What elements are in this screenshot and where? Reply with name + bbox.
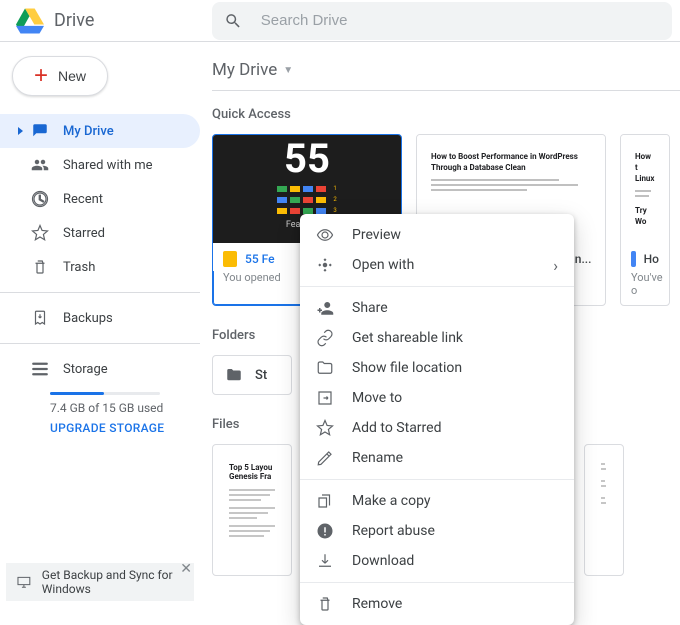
person-plus-icon — [316, 299, 334, 317]
upgrade-storage-link[interactable]: UPGRADE STORAGE — [50, 421, 200, 435]
sidebar-item-label: Backups — [63, 311, 113, 326]
sidebar-item-backups[interactable]: Backups — [0, 301, 200, 335]
sidebar-item-label: Storage — [63, 362, 108, 377]
menu-item-copy[interactable]: Make a copy — [300, 486, 574, 516]
drive-logo-icon — [16, 7, 44, 35]
menu-item-label: Show file location — [352, 360, 462, 376]
sidebar-item-label: Starred — [63, 226, 105, 241]
slides-icon — [223, 251, 237, 267]
copy-icon — [316, 492, 334, 510]
menu-item-label: Make a copy — [352, 493, 431, 509]
sidebar-item-label: Trash — [63, 260, 95, 275]
folder-icon — [316, 359, 334, 377]
move-cross-icon — [316, 256, 334, 274]
menu-item-label: Remove — [352, 596, 402, 612]
banner-text: Get Backup and Sync for Windows — [42, 568, 186, 596]
menu-item-label: Rename — [352, 450, 403, 466]
storage-icon — [31, 360, 49, 378]
menu-item-preview[interactable]: Preview — [300, 220, 574, 250]
move-to-icon — [316, 389, 334, 407]
quick-access-card[interactable]: How t Linux Try Wo Ho You've o — [620, 134, 670, 306]
monitor-icon — [16, 573, 32, 591]
star-icon — [316, 419, 334, 437]
thumbnail: How t Linux Try Wo — [621, 135, 669, 243]
sidebar-item-label: Recent — [63, 192, 103, 207]
sidebar-item-trash[interactable]: Trash — [0, 250, 200, 284]
menu-item-label: Get shareable link — [352, 330, 463, 346]
file-card[interactable] — [584, 444, 624, 576]
menu-item-report[interactable]: Report abuse — [300, 516, 574, 546]
chevron-down-icon: ▼ — [283, 65, 293, 76]
sidebar-item-label: My Drive — [63, 124, 114, 139]
storage-used-text: 7.4 GB of 15 GB used — [50, 401, 200, 415]
menu-item-star[interactable]: Add to Starred — [300, 413, 574, 443]
menu-item-label: Open with — [352, 257, 414, 273]
sidebar-item-storage[interactable]: Storage — [0, 352, 200, 386]
menu-item-link[interactable]: Get shareable link — [300, 323, 574, 353]
drive-logo[interactable]: Drive — [16, 7, 94, 35]
menu-item-openwith[interactable]: Open with › — [300, 250, 574, 280]
plus-icon: + — [34, 64, 48, 88]
trash-icon — [31, 258, 49, 276]
mydrive-icon — [31, 122, 49, 140]
thumbnail: Top 5 Layou Genesis Fra — [213, 445, 291, 575]
section-quick-access: Quick Access — [212, 107, 680, 122]
menu-item-moveto[interactable]: Move to — [300, 383, 574, 413]
menu-item-remove[interactable]: Remove — [300, 589, 574, 619]
backup-icon — [31, 309, 49, 327]
top-bar: Drive — [0, 0, 680, 42]
menu-item-share[interactable]: Share — [300, 293, 574, 323]
breadcrumb[interactable]: My Drive ▼ — [212, 60, 680, 91]
sidebar-item-starred[interactable]: Starred — [0, 216, 200, 250]
pencil-icon — [316, 449, 334, 467]
search-icon — [224, 11, 242, 31]
folder-name: St — [255, 368, 267, 383]
shared-icon — [31, 156, 49, 174]
sidebar: + New My Drive Shared with me Recent — [0, 42, 200, 601]
file-card[interactable]: Top 5 Layou Genesis Fra — [212, 444, 292, 576]
storage-meter: 7.4 GB of 15 GB used UPGRADE STORAGE — [0, 386, 200, 435]
close-icon[interactable]: ✕ — [180, 561, 192, 577]
link-icon — [316, 329, 334, 347]
star-icon — [31, 224, 49, 242]
thumbnail — [585, 445, 623, 575]
context-menu: Preview Open with › Share Get shareable link… — [300, 214, 574, 625]
recent-icon — [31, 190, 49, 208]
sidebar-item-label: Shared with me — [63, 158, 153, 173]
file-subtext: You've o — [621, 271, 669, 305]
trash-icon — [316, 595, 334, 613]
expand-icon — [18, 127, 23, 135]
menu-item-label: Add to Starred — [352, 420, 441, 436]
file-name: 55 Fe — [245, 252, 275, 266]
download-icon — [316, 552, 334, 570]
menu-item-label: Share — [352, 300, 388, 316]
file-name: Ho — [644, 252, 659, 266]
backup-sync-banner[interactable]: Get Backup and Sync for Windows ✕ — [6, 563, 194, 601]
search-bar[interactable] — [212, 2, 672, 40]
storage-bar — [50, 392, 160, 395]
sidebar-item-shared[interactable]: Shared with me — [0, 148, 200, 182]
product-name: Drive — [54, 10, 94, 31]
menu-item-download[interactable]: Download — [300, 546, 574, 576]
search-input[interactable] — [261, 12, 660, 29]
folder-icon — [225, 366, 243, 384]
docs-icon — [631, 251, 636, 267]
new-button-label: New — [58, 68, 86, 84]
breadcrumb-label: My Drive — [212, 60, 277, 80]
menu-item-rename[interactable]: Rename — [300, 443, 574, 473]
menu-item-location[interactable]: Show file location — [300, 353, 574, 383]
new-button[interactable]: + New — [12, 56, 108, 96]
folder-card[interactable]: St — [212, 355, 292, 395]
alert-icon — [316, 522, 334, 540]
eye-icon — [316, 226, 334, 244]
menu-item-label: Move to — [352, 390, 402, 406]
menu-item-label: Preview — [352, 227, 401, 243]
sidebar-item-mydrive[interactable]: My Drive — [0, 114, 200, 148]
menu-item-label: Report abuse — [352, 523, 435, 539]
chevron-right-icon: › — [553, 256, 558, 275]
sidebar-item-recent[interactable]: Recent — [0, 182, 200, 216]
menu-item-label: Download — [352, 553, 414, 569]
